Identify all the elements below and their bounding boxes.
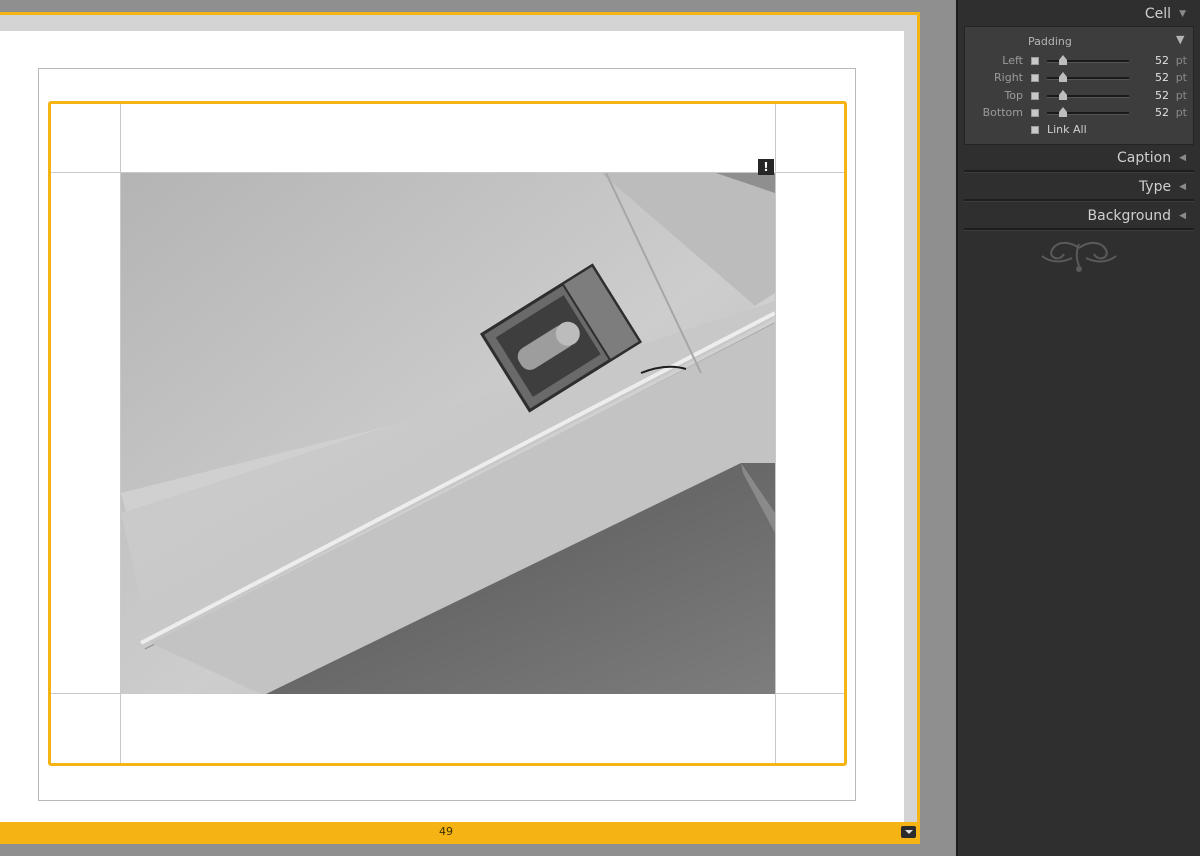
page-bar: 49 [0,822,920,842]
link-all-label[interactable]: Link All [1047,123,1087,136]
padding-bottom-value[interactable]: 52 [1155,106,1169,119]
chevron-left-icon[interactable]: ◀ [1179,182,1186,192]
link-all-checkbox[interactable] [1031,126,1039,134]
padding-left-value[interactable]: 52 [1155,54,1169,67]
padding-right-label: Right [994,71,1023,84]
padding-top-slider-thumb[interactable] [1059,90,1067,100]
padding-bottom-slider-thumb[interactable] [1059,107,1067,117]
chevron-down-icon[interactable]: ▼ [1176,33,1184,46]
panel-header-type[interactable]: Type ◀ [1139,177,1186,197]
padding-right-value[interactable]: 52 [1155,71,1169,84]
panel-divider-caption [964,170,1194,173]
page-spread[interactable] [0,12,920,844]
padding-right-slider-thumb[interactable] [1059,72,1067,82]
panel-header-caption[interactable]: Caption ◀ [1117,148,1186,168]
warning-icon[interactable]: ! [758,159,774,175]
panel-header-background[interactable]: Background ◀ [1088,206,1186,226]
page-number: 49 [439,825,453,838]
page-menu-button[interactable] [901,826,916,838]
padding-left-unit: pt [1175,54,1187,67]
padding-right-unit: pt [1175,71,1187,84]
panel-header-cell[interactable]: Cell ▼ [1145,4,1186,24]
panel-divider-type [964,199,1194,202]
padding-label: Padding [1028,35,1072,48]
chevron-down-icon [905,830,913,834]
padding-row-bottom: Bottom 52 pt [965,105,1195,121]
padding-bottom-unit: pt [1175,106,1187,119]
padding-right-checkbox[interactable] [1031,74,1039,82]
page[interactable] [0,31,904,824]
panel-title-background: Background [1087,208,1172,224]
panel-divider-background [964,228,1194,231]
cell-panel-body: Padding ▼ Left 52 pt Right 52 pt Top 52 … [964,26,1194,145]
padding-left-slider-thumb[interactable] [1059,55,1067,65]
right-panel: Cell ▼ Padding ▼ Left 52 pt Right 52 pt … [958,0,1200,856]
chevron-down-icon[interactable]: ▼ [1179,9,1186,19]
padding-left-label: Left [1002,54,1023,67]
canvas-area: ! 49 [0,0,956,856]
panel-end-ornament-icon [1041,242,1117,272]
padding-bottom-label: Bottom [982,106,1023,119]
padding-row-right: Right 52 pt [965,70,1195,86]
padding-top-checkbox[interactable] [1031,92,1039,100]
padding-row-top: Top 52 pt [965,88,1195,104]
padding-top-value[interactable]: 52 [1155,89,1169,102]
padding-top-label: Top [1004,89,1023,102]
panel-title-type: Type [1138,179,1172,195]
panel-title-cell: Cell [1144,6,1172,22]
padding-top-unit: pt [1175,89,1187,102]
chevron-left-icon[interactable]: ◀ [1179,153,1186,163]
chevron-left-icon[interactable]: ◀ [1179,211,1186,221]
panel-title-caption: Caption [1117,150,1172,166]
padding-row-left: Left 52 pt [965,53,1195,69]
selected-cell-frame[interactable] [48,101,847,766]
padding-bottom-checkbox[interactable] [1031,109,1039,117]
padding-left-checkbox[interactable] [1031,57,1039,65]
